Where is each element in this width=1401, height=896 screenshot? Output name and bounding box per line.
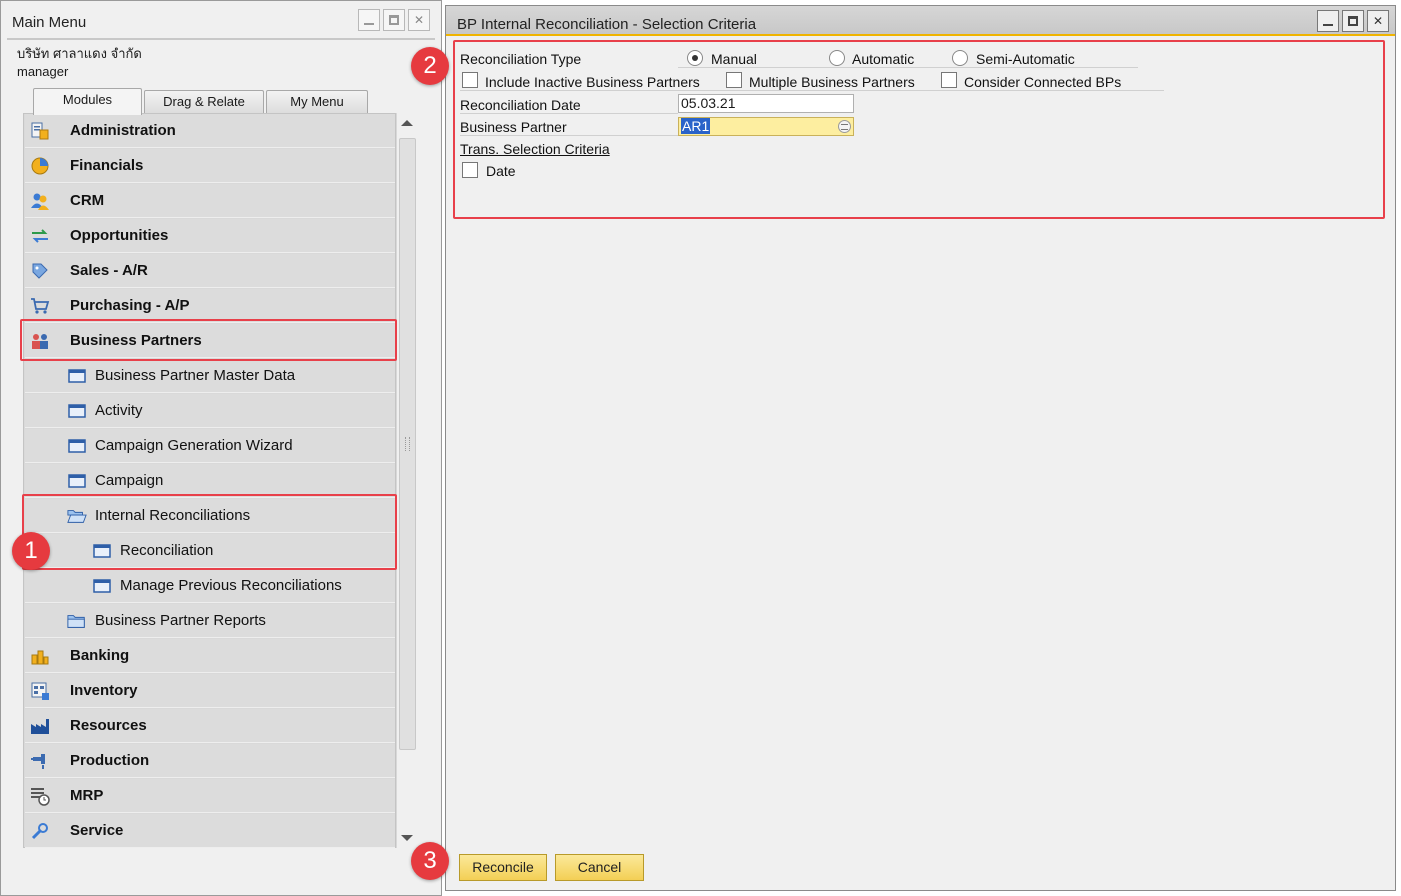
purchasing-icon (31, 298, 50, 314)
menu-item-administration[interactable]: Administration (25, 114, 395, 148)
service-icon (31, 823, 48, 840)
cancel-button[interactable]: Cancel (555, 854, 644, 881)
menu-item-banking[interactable]: Banking (25, 639, 395, 673)
menu-item-service[interactable]: Service (25, 814, 395, 848)
inventory-icon (31, 682, 49, 700)
resources-icon (31, 719, 49, 734)
user-name: manager (17, 64, 69, 79)
menu-item-sales-ar[interactable]: Sales - A/R (25, 254, 395, 288)
modules-menu-list: Administration Financials CRM Opportunit… (23, 113, 396, 848)
production-icon (31, 754, 45, 769)
menu-item-business-partner-reports[interactable]: Business Partner Reports (25, 604, 395, 638)
tab-drag-relate[interactable]: Drag & Relate (144, 90, 264, 114)
reconciliation-titlebar: BP Internal Reconciliation - Selection C… (446, 6, 1395, 36)
menu-item-label: Administration (70, 122, 176, 139)
financials-icon (31, 157, 49, 175)
menu-item-label: Inventory (70, 682, 138, 699)
scroll-up-icon[interactable] (401, 120, 413, 126)
menu-scrollbar[interactable] (396, 113, 418, 848)
form-icon (68, 369, 86, 383)
company-name: บริษัท ศาลาแดง จำกัด (17, 46, 142, 61)
minimize-icon[interactable] (358, 9, 380, 31)
step-badge-2: 2 (411, 47, 449, 85)
divider (7, 38, 435, 40)
main-menu-titlebar: Main Menu ✕ (1, 1, 441, 39)
menu-item-activity[interactable]: Activity (25, 394, 395, 428)
menu-item-manage-previous-reconciliations[interactable]: Manage Previous Reconciliations (25, 569, 395, 603)
close-icon[interactable]: ✕ (408, 9, 430, 31)
menu-item-crm[interactable]: CRM (25, 184, 395, 218)
scrollbar-thumb[interactable] (399, 138, 416, 750)
maximize-icon[interactable] (1342, 10, 1364, 32)
reconciliation-window-controls: ✕ (1317, 10, 1389, 32)
main-menu-window: Main Menu ✕ บริษัท ศาลาแดง จำกัด manager… (0, 0, 442, 896)
menu-item-label: Financials (70, 157, 144, 174)
highlight-internal-reconciliations (22, 494, 397, 570)
menu-item-production[interactable]: Production (25, 744, 395, 778)
menu-item-label: Campaign Generation Wizard (95, 437, 293, 454)
menu-item-label: Service (70, 822, 124, 839)
form-icon (68, 439, 86, 453)
menu-item-label: Opportunities (70, 227, 169, 244)
menu-item-label: CRM (70, 192, 105, 209)
maximize-icon[interactable] (383, 9, 405, 31)
menu-item-label: Activity (95, 402, 143, 419)
form-icon (68, 404, 86, 418)
menu-item-business-partner-master-data[interactable]: Business Partner Master Data (25, 359, 395, 393)
menu-item-campaign[interactable]: Campaign (25, 464, 395, 498)
menu-item-label: Campaign (95, 472, 164, 489)
opportunities-icon (32, 229, 48, 243)
menu-item-label: Manage Previous Reconciliations (120, 577, 342, 594)
mrp-icon (31, 788, 50, 806)
menu-item-campaign-generation-wizard[interactable]: Campaign Generation Wizard (25, 429, 395, 463)
menu-item-label: Business Partner Reports (95, 612, 266, 629)
tab-modules[interactable]: Modules (33, 88, 142, 115)
menu-item-inventory[interactable]: Inventory (25, 674, 395, 708)
main-menu-title: Main Menu (12, 14, 87, 31)
menu-item-label: Banking (70, 647, 130, 664)
menu-item-opportunities[interactable]: Opportunities (25, 219, 395, 253)
administration-icon (31, 122, 49, 140)
menu-item-purchasing-ap[interactable]: Purchasing - A/P (25, 289, 395, 323)
menu-item-label: Sales - A/R (70, 262, 148, 279)
reconcile-button[interactable]: Reconcile (459, 854, 547, 881)
step-badge-3: 3 (411, 842, 449, 880)
menu-item-resources[interactable]: Resources (25, 709, 395, 743)
grip-icon (405, 437, 410, 451)
tab-my-menu[interactable]: My Menu (266, 90, 368, 114)
menu-item-label: Production (70, 752, 150, 769)
banking-icon (31, 650, 49, 665)
menu-item-financials[interactable]: Financials (25, 149, 395, 183)
step-badge-1: 1 (12, 532, 50, 570)
menu-item-label: MRP (70, 787, 104, 804)
form-icon (68, 474, 86, 488)
menu-item-label: Resources (70, 717, 147, 734)
highlight-business-partners (20, 319, 397, 361)
close-icon[interactable]: ✕ (1367, 10, 1389, 32)
menu-item-mrp[interactable]: MRP (25, 779, 395, 813)
main-menu-window-controls: ✕ (358, 9, 430, 31)
window-title: BP Internal Reconciliation - Selection C… (457, 16, 757, 33)
minimize-icon[interactable] (1317, 10, 1339, 32)
crm-icon (31, 193, 49, 210)
menu-item-label: Purchasing - A/P (70, 297, 190, 314)
sales-icon (32, 263, 48, 279)
scroll-down-icon[interactable] (401, 835, 413, 841)
highlight-selection-criteria (453, 40, 1385, 219)
form-icon (93, 579, 111, 593)
folder-icon (67, 615, 85, 628)
menu-item-label: Business Partner Master Data (95, 367, 296, 384)
